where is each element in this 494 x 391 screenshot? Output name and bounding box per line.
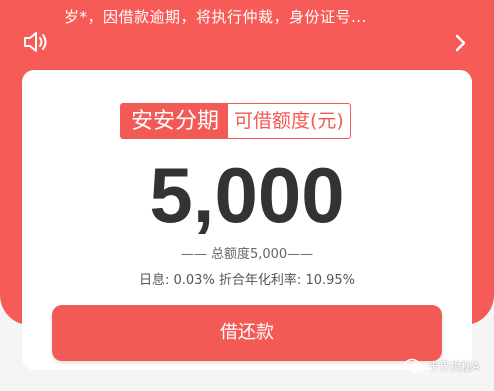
chevron-right-icon[interactable] xyxy=(454,34,468,52)
speaker-icon[interactable] xyxy=(22,30,48,54)
product-name: 安安分期 xyxy=(120,103,229,139)
borrow-repay-button[interactable]: 借还款 xyxy=(52,305,442,361)
notice-text[interactable]: 岁*，因借款逾期，将执行仲裁，身份证号... xyxy=(64,6,367,27)
watermark-text: 卡界揭秘A xyxy=(428,360,480,373)
credit-amount: 5,000 xyxy=(149,151,345,239)
wechat-icon xyxy=(404,358,424,374)
interest-rate-text: 日息: 0.03% 折合年化利率: 10.95% xyxy=(138,273,356,288)
limit-label: 可借额度(元) xyxy=(228,103,351,139)
watermark: 卡界揭秘A xyxy=(404,358,480,374)
total-limit-text: —— 总额度5,000—— xyxy=(180,247,314,262)
product-title: 安安分期 可借额度(元) xyxy=(120,103,351,139)
